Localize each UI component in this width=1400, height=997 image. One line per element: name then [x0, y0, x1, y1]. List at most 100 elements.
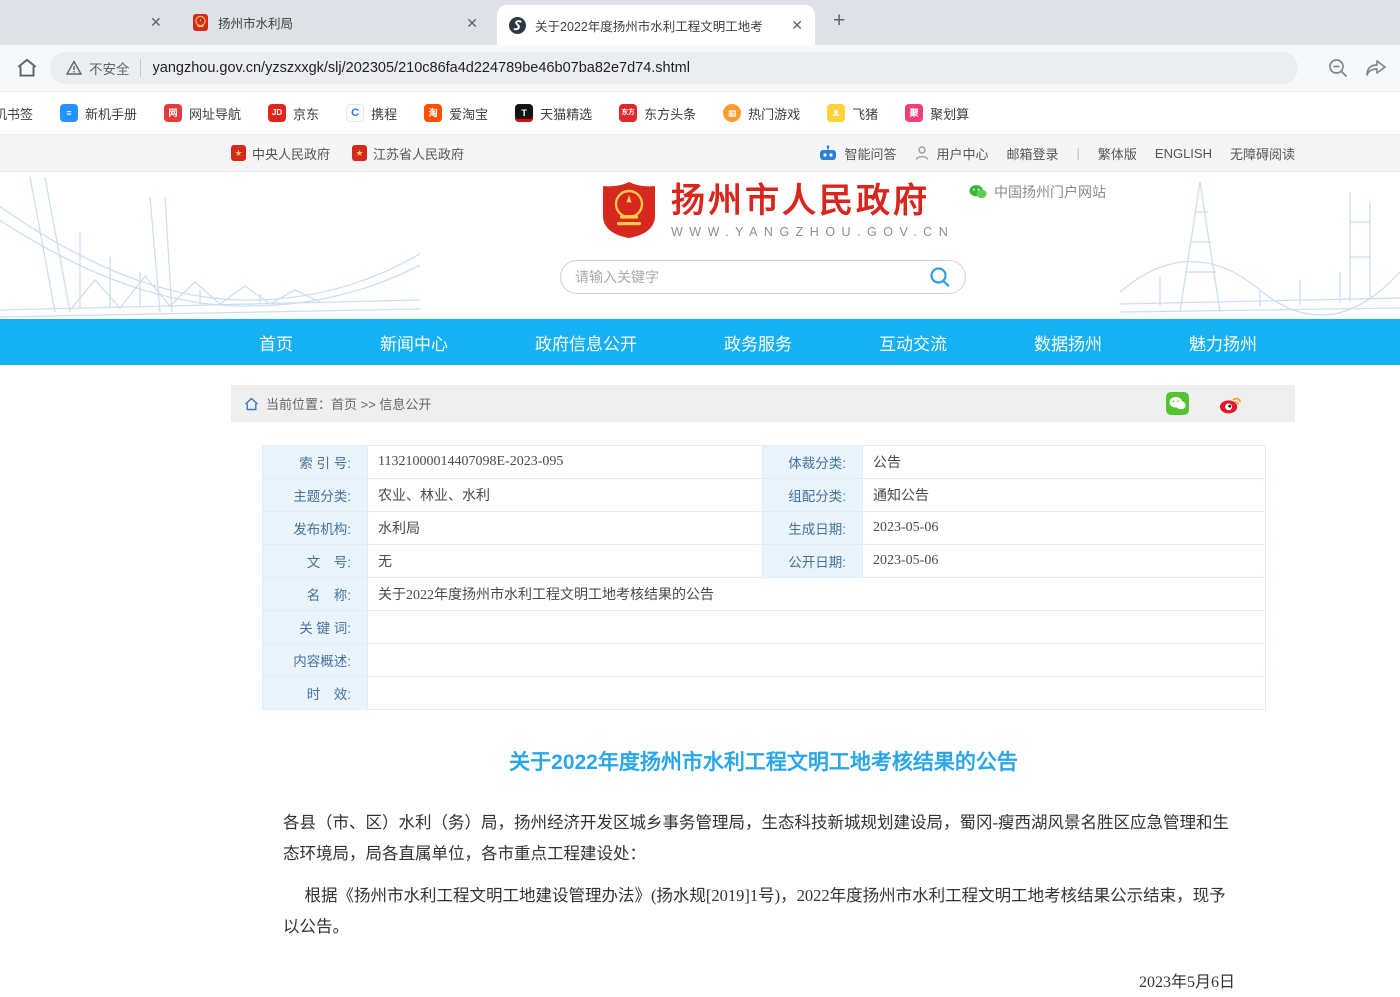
- nav-home[interactable]: 首页: [259, 330, 293, 355]
- nav-news[interactable]: 新闻中心: [380, 330, 448, 355]
- meta-value: 2023-05-06: [863, 512, 1266, 545]
- table-row: 索 引 号: 11321000014407098E-2023-095 体裁分类:…: [263, 446, 1266, 479]
- user-center-link[interactable]: 用户中心: [914, 144, 988, 163]
- not-secure-warning-icon[interactable]: [66, 60, 82, 76]
- wechat-share-icon[interactable]: [1166, 392, 1189, 415]
- portal-label[interactable]: 中国扬州门户网站: [969, 182, 1106, 202]
- bookmark-games[interactable]: ▦热门游戏: [723, 104, 800, 123]
- dongfang-favicon: 东方: [619, 104, 637, 122]
- meta-label: 体裁分类:: [763, 446, 863, 479]
- bookmark-label: 机书签: [0, 104, 33, 123]
- link-central-gov[interactable]: ★ 中央人民政府: [231, 144, 330, 163]
- meta-value: [368, 677, 1266, 710]
- wechat-icon: [969, 184, 987, 200]
- url-text: yangzhou.gov.cn/yzszxxgk/slj/202305/210c…: [153, 60, 690, 76]
- fliggy-favicon: ᴥ: [827, 104, 845, 122]
- tmall-favicon: T: [515, 104, 533, 122]
- games-favicon: ▦: [723, 104, 741, 122]
- page-content: 当前位置： 首页 >> 信息公开 索 引 号: 1132100001440709…: [231, 385, 1295, 997]
- bookmark-jd[interactable]: JD京东: [268, 104, 319, 123]
- meta-label: 关 键 词:: [263, 611, 368, 644]
- close-icon[interactable]: ✕: [150, 15, 162, 29]
- breadcrumb-path[interactable]: 首页 >> 信息公开: [331, 394, 431, 413]
- table-row: 文 号: 无 公开日期: 2023-05-06: [263, 545, 1266, 578]
- traditional-version-link[interactable]: 繁体版: [1098, 144, 1137, 163]
- nav-data[interactable]: 数据扬州: [1034, 330, 1102, 355]
- article-paragraph: 各县（市、区）水利（务）局，扬州经济开发区城乡事务管理局，生态科技新城规划建设局…: [283, 808, 1232, 869]
- link-label: 江苏省人民政府: [373, 144, 464, 163]
- new-tab-button[interactable]: +: [833, 9, 845, 33]
- link-label: 无障碍阅读: [1230, 144, 1295, 163]
- bookmark-taobao[interactable]: 淘爱淘宝: [424, 104, 488, 123]
- nav-charm[interactable]: 魅力扬州: [1189, 330, 1257, 355]
- bookmark-label: 新机手册: [85, 104, 137, 123]
- url-bar[interactable]: 不安全 yangzhou.gov.cn/yzszxxgk/slj/202305/…: [50, 52, 1298, 84]
- meta-label: 名 称:: [263, 578, 368, 611]
- mail-login-link[interactable]: 邮箱登录: [1006, 144, 1058, 163]
- bookmark-manual[interactable]: ≡ 新机手册: [60, 104, 137, 123]
- weibo-share-icon[interactable]: [1219, 392, 1242, 415]
- tab-active-announcement[interactable]: 关于2022年度扬州市水利工程文明工地考 ✕: [497, 5, 815, 45]
- breadcrumb: 当前位置： 首页 >> 信息公开: [231, 385, 1295, 422]
- gov-emblem-icon: ★: [352, 145, 367, 161]
- site-name: 扬州市人民政府: [671, 182, 954, 221]
- bookmark-juhuasuan[interactable]: 聚聚划算: [905, 104, 969, 123]
- meta-label: 索 引 号:: [263, 446, 368, 479]
- national-emblem-icon: [603, 182, 655, 238]
- article-paragraph: 根据《扬州市水利工程文明工地建设管理办法》(扬水规[2019]1号)，2022年…: [283, 881, 1232, 942]
- accessibility-link[interactable]: 无障碍阅读: [1230, 144, 1295, 163]
- article-date: 2023年5月6日: [262, 968, 1265, 992]
- smart-qa-link[interactable]: 智能问答: [818, 144, 896, 163]
- bookmark-label: 东方头条: [644, 104, 696, 123]
- meta-label: 主题分类:: [263, 479, 368, 512]
- meta-value: [368, 644, 1266, 677]
- bookmark-label: 天猫精选: [540, 104, 592, 123]
- close-icon[interactable]: ✕: [791, 18, 803, 32]
- gov-top-strip: ★ 中央人民政府 ★ 江苏省人民政府 智能问答 用户中心 邮箱登录: [0, 135, 1400, 172]
- document-meta-table: 索 引 号: 11321000014407098E-2023-095 体裁分类:…: [262, 445, 1266, 710]
- search-icon[interactable]: [929, 266, 951, 288]
- site-logo[interactable]: 扬州市人民政府 WWW.YANGZHOU.GOV.CN: [603, 182, 954, 239]
- link-label: 智能问答: [844, 144, 896, 163]
- bookmark-label: 爱淘宝: [449, 104, 488, 123]
- link-label: 中央人民政府: [252, 144, 330, 163]
- security-label: 不安全: [89, 58, 130, 78]
- bookmark-label: 京东: [293, 104, 319, 123]
- share-icon[interactable]: [1364, 56, 1388, 80]
- nav-interaction[interactable]: 互动交流: [879, 330, 947, 355]
- article-title: 关于2022年度扬州市水利工程文明工地考核结果的公告: [262, 746, 1265, 776]
- meta-value: 通知公告: [863, 479, 1266, 512]
- tab-shuiliju[interactable]: 扬州市水利局 ✕: [180, 0, 490, 45]
- english-version-link[interactable]: ENGLISH: [1155, 146, 1212, 161]
- home-breadcrumb-icon[interactable]: [244, 397, 259, 411]
- link-label: 用户中心: [936, 144, 988, 163]
- bookmark-fliggy[interactable]: ᴥ飞猪: [827, 104, 878, 123]
- nav-services[interactable]: 政务服务: [724, 330, 792, 355]
- navsite-favicon: 网: [164, 104, 182, 122]
- link-label: 繁体版: [1098, 144, 1137, 163]
- home-icon[interactable]: [14, 55, 40, 81]
- meta-label: 内容概述:: [263, 644, 368, 677]
- manual-favicon: ≡: [60, 104, 78, 122]
- meta-value: 2023-05-06: [863, 545, 1266, 578]
- zoom-out-icon[interactable]: [1326, 56, 1350, 80]
- bookmark-label: 聚划算: [930, 104, 969, 123]
- bookmark-dongfang[interactable]: 东方东方头条: [619, 104, 696, 123]
- close-icon[interactable]: ✕: [466, 16, 478, 30]
- nav-info-disclosure[interactable]: 政府信息公开: [535, 330, 637, 355]
- bookmark-phone[interactable]: 机书签: [0, 104, 33, 123]
- person-icon: [914, 145, 930, 161]
- bookmark-navsite[interactable]: 网网址导航: [164, 104, 241, 123]
- gov-emblem-icon: ★: [231, 145, 246, 161]
- meta-label: 文 号:: [263, 545, 368, 578]
- meta-value: 公告: [863, 446, 1266, 479]
- meta-value: 关于2022年度扬州市水利工程文明工地考核结果的公告: [368, 578, 1266, 611]
- site-search: [560, 260, 966, 294]
- table-row: 发布机构: 水利局 生成日期: 2023-05-06: [263, 512, 1266, 545]
- tab-title: 扬州市水利局: [218, 13, 457, 32]
- link-label: ENGLISH: [1155, 146, 1212, 161]
- bookmark-ctrip[interactable]: C携程: [346, 104, 397, 123]
- bookmark-tmall[interactable]: T 天猫精选: [515, 104, 592, 123]
- link-jiangsu-gov[interactable]: ★ 江苏省人民政府: [352, 144, 464, 163]
- search-input[interactable]: [575, 269, 929, 285]
